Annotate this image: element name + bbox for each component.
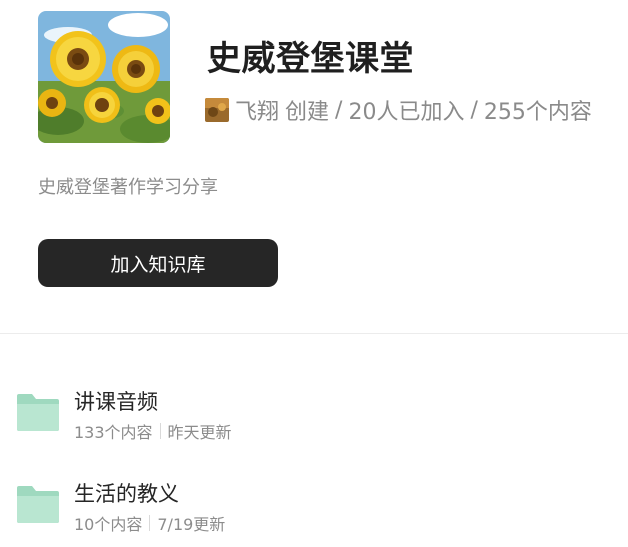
folder-name: 讲课音频	[74, 390, 158, 414]
library-description: 史威登堡著作学习分享	[38, 177, 218, 198]
folder-updated: 昨天更新	[167, 423, 232, 442]
creator-name[interactable]: 飞翔	[235, 94, 279, 126]
folder-icon	[14, 484, 62, 524]
folder-info: 133个内容 昨天更新	[74, 419, 232, 443]
library-meta: 飞翔 创建 / 20人已加入 / 255个内容	[205, 95, 592, 125]
info-divider	[149, 515, 151, 531]
created-label: 创建	[285, 100, 330, 125]
folder-info: 10个内容 7/19更新	[74, 511, 225, 535]
library-header: 史威登堡课堂 飞翔 创建 / 20人已加入 / 255个内容	[38, 11, 628, 143]
folder-icon	[14, 392, 62, 432]
library-title: 史威登堡课堂	[207, 39, 414, 79]
join-library-button[interactable]: 加入知识库	[38, 239, 278, 287]
folder-name: 生活的教义	[74, 482, 179, 506]
content-count: 255个内容	[483, 100, 592, 125]
member-count: 20人已加入	[348, 100, 465, 125]
folder-count: 133个内容	[74, 423, 153, 442]
info-divider	[159, 423, 161, 439]
folder-item[interactable]: 生活的教义 10个内容 7/19更新	[0, 478, 628, 538]
meta-separator: /	[335, 97, 343, 123]
folder-updated: 7/19更新	[157, 515, 226, 534]
creator-avatar[interactable]	[205, 98, 229, 122]
library-cover-image	[38, 11, 170, 143]
folder-count: 10个内容	[74, 515, 143, 534]
section-divider	[0, 333, 628, 334]
meta-separator: /	[470, 97, 478, 123]
folder-item[interactable]: 讲课音频 133个内容 昨天更新	[0, 386, 628, 446]
